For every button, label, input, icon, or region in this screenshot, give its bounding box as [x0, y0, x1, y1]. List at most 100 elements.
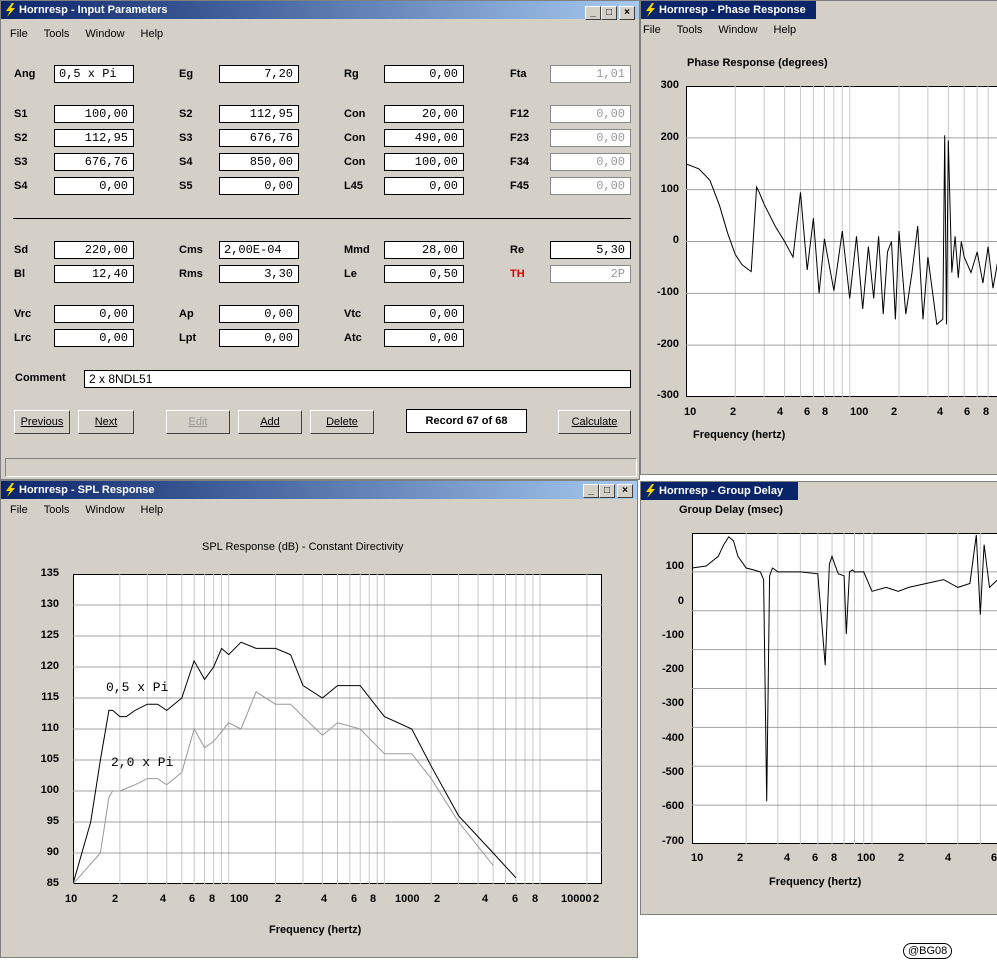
- param-field-s5[interactable]: 0,00: [219, 177, 299, 195]
- minimize-button[interactable]: _: [583, 484, 599, 498]
- chart-title: Phase Response (degrees): [687, 57, 828, 69]
- param-field-sd[interactable]: 220,00: [54, 241, 134, 259]
- x-tick-label: 2: [434, 893, 441, 905]
- hornresp-logo-icon: [646, 484, 655, 498]
- series-label-0-5-pi: 0,5 x Pi: [106, 680, 169, 695]
- param-field-s4[interactable]: 0,00: [54, 177, 134, 195]
- param-field-s3[interactable]: 676,76: [54, 153, 134, 171]
- comment-field[interactable]: 2 x 8NDL51: [84, 370, 631, 388]
- x-tick-label: 2: [898, 852, 905, 864]
- spl-chart: [73, 574, 602, 884]
- maximize-button[interactable]: □: [601, 6, 617, 20]
- param-field-atc[interactable]: 0,00: [384, 329, 464, 347]
- param-label-f12: F12: [510, 108, 529, 120]
- record-indicator: Record 67 of 68: [406, 409, 527, 433]
- param-field-cms[interactable]: 2,00E-04: [219, 241, 299, 259]
- param-field-ap[interactable]: 0,00: [219, 305, 299, 323]
- x-tick-label: 2: [737, 852, 744, 864]
- menu-tools[interactable]: Tools: [35, 25, 77, 43]
- y-tick-label: 115: [41, 691, 59, 703]
- param-field-s2[interactable]: 112,95: [219, 105, 299, 123]
- param-label-s4: S4: [14, 180, 28, 192]
- param-label-vrc: Vrc: [14, 308, 32, 320]
- param-field-con[interactable]: 20,00: [384, 105, 464, 123]
- y-tick-label: 95: [46, 815, 59, 827]
- param-field-f34[interactable]: 0,00: [550, 153, 631, 171]
- param-field-f45[interactable]: 0,00: [550, 177, 631, 195]
- param-field-s1[interactable]: 100,00: [54, 105, 134, 123]
- y-tick-label: -600: [661, 800, 684, 812]
- param-field-bl[interactable]: 12,40: [54, 265, 134, 283]
- group-delay-plot-area: [692, 533, 997, 844]
- menu-tools[interactable]: Tools: [668, 21, 710, 39]
- previous-button[interactable]: Previous: [14, 410, 70, 434]
- param-field-fta[interactable]: 1,01: [550, 65, 631, 83]
- param-label-atc: Atc: [344, 332, 362, 344]
- x-tick-label: 8: [209, 893, 216, 905]
- close-button[interactable]: ×: [619, 6, 635, 20]
- param-label-s5: S5: [179, 180, 193, 192]
- param-field-rms[interactable]: 3,30: [219, 265, 299, 283]
- param-field-lpt[interactable]: 0,00: [219, 329, 299, 347]
- param-field-con[interactable]: 490,00: [384, 129, 464, 147]
- x-tick-label: 2: [730, 406, 737, 418]
- delete-button[interactable]: Delete: [310, 410, 374, 434]
- param-field-rg[interactable]: 0,00: [384, 65, 464, 83]
- param-field-re[interactable]: 5,30: [550, 241, 631, 259]
- x-tick-label: 4: [937, 406, 944, 418]
- x-tick-label: 10: [684, 406, 697, 418]
- param-label-f34: F34: [510, 156, 529, 168]
- y-tick-label: -400: [661, 732, 684, 744]
- x-tick-label: 8: [831, 852, 838, 864]
- param-field-s2[interactable]: 112,95: [54, 129, 134, 147]
- title-bar[interactable]: Hornresp - Phase Response: [641, 1, 816, 19]
- hornresp-logo-icon: [6, 483, 15, 497]
- window-title: Hornresp - Group Delay: [659, 485, 784, 497]
- window-title: Hornresp - SPL Response: [19, 484, 155, 496]
- menu-help[interactable]: Help: [132, 25, 171, 43]
- add-button[interactable]: Add: [238, 410, 302, 434]
- param-field-s4[interactable]: 850,00: [219, 153, 299, 171]
- next-button[interactable]: Next: [78, 410, 134, 434]
- minimize-button[interactable]: _: [585, 6, 601, 20]
- x-tick-label: 2: [275, 893, 282, 905]
- param-field-con[interactable]: 100,00: [384, 153, 464, 171]
- calculate-button[interactable]: Calculate: [558, 410, 631, 434]
- param-field-th[interactable]: 2P: [550, 265, 631, 283]
- y-tick-label: 130: [40, 598, 59, 610]
- param-label-mmd: Mmd: [344, 244, 370, 256]
- x-tick-label: 4: [777, 406, 784, 418]
- param-field-vtc[interactable]: 0,00: [384, 305, 464, 323]
- menu-file[interactable]: File: [1, 25, 35, 43]
- x-tick-label: 6: [991, 852, 997, 864]
- x-tick-label: 4: [482, 893, 489, 905]
- title-bar[interactable]: Hornresp - Input Parameters: [1, 1, 639, 19]
- hornresp-logo-icon: [6, 3, 15, 17]
- menu-file[interactable]: File: [1, 501, 35, 519]
- y-tick-label: 100: [665, 560, 684, 572]
- series-line-0: [686, 135, 997, 326]
- menu-help[interactable]: Help: [765, 21, 804, 39]
- param-field-f23[interactable]: 0,00: [550, 129, 631, 147]
- menu-file[interactable]: File: [641, 21, 668, 39]
- param-field-vrc[interactable]: 0,00: [54, 305, 134, 323]
- param-field-s3[interactable]: 676,76: [219, 129, 299, 147]
- param-field-ang[interactable]: 0,5 x Pi: [54, 65, 134, 83]
- param-field-lrc[interactable]: 0,00: [54, 329, 134, 347]
- title-bar[interactable]: Hornresp - Group Delay: [641, 482, 798, 500]
- param-field-f12[interactable]: 0,00: [550, 105, 631, 123]
- close-button[interactable]: ×: [617, 484, 633, 498]
- menu-window[interactable]: Window: [76, 501, 131, 519]
- param-field-le[interactable]: 0,50: [384, 265, 464, 283]
- menu-tools[interactable]: Tools: [35, 501, 77, 519]
- title-bar[interactable]: Hornresp - SPL Response: [1, 481, 637, 499]
- maximize-button[interactable]: □: [599, 484, 615, 498]
- param-field-mmd[interactable]: 28,00: [384, 241, 464, 259]
- menu-window[interactable]: Window: [709, 21, 764, 39]
- menu-window[interactable]: Window: [76, 25, 131, 43]
- menu-help[interactable]: Help: [132, 501, 171, 519]
- param-field-l45[interactable]: 0,00: [384, 177, 464, 195]
- param-field-eg[interactable]: 7,20: [219, 65, 299, 83]
- edit-button[interactable]: Edit: [166, 410, 230, 434]
- y-tick-label: 105: [40, 753, 59, 765]
